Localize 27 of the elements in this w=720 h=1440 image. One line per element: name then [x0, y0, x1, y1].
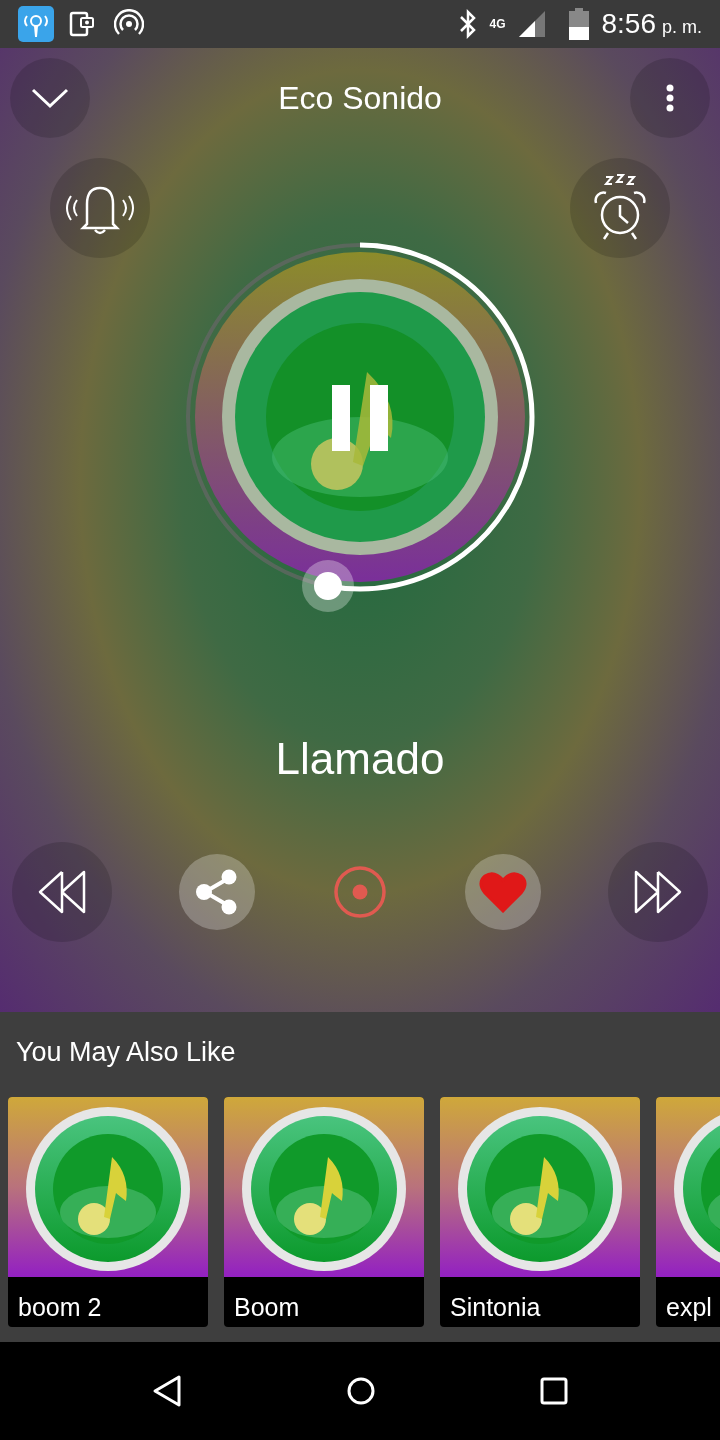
network-type: 4G — [489, 18, 507, 30]
share-icon — [195, 869, 239, 915]
recents-icon[interactable] — [540, 1377, 568, 1405]
signal-icon — [517, 9, 548, 39]
section-heading: You May Also Like — [15, 1036, 237, 1069]
radio-app-icon — [18, 6, 54, 42]
station-card[interactable]: Sintonia — [440, 1096, 640, 1327]
station-title: Eco Sonido — [278, 79, 442, 118]
back-icon[interactable] — [152, 1374, 182, 1408]
record-icon — [333, 865, 387, 919]
station-name: boom 2 — [17, 1291, 103, 1323]
station-card[interactable]: expl — [656, 1096, 720, 1327]
screenshot-icon — [68, 10, 96, 38]
rewind-icon — [38, 870, 86, 914]
station-card[interactable]: Boom — [224, 1096, 424, 1327]
clock-time: 8:56 — [601, 7, 656, 41]
station-name: Boom — [233, 1291, 301, 1323]
station-card[interactable]: boom 2 — [8, 1096, 208, 1327]
home-icon[interactable] — [346, 1376, 376, 1406]
chevron-down-icon — [30, 86, 70, 110]
station-name: Sintonia — [449, 1291, 542, 1323]
more-vertical-icon — [666, 84, 674, 112]
track-title: Llamado — [275, 733, 445, 785]
battery-icon — [569, 8, 590, 40]
clock-period: p. m. — [662, 15, 702, 39]
station-name: expl — [665, 1291, 713, 1323]
fast-forward-icon — [634, 870, 682, 914]
